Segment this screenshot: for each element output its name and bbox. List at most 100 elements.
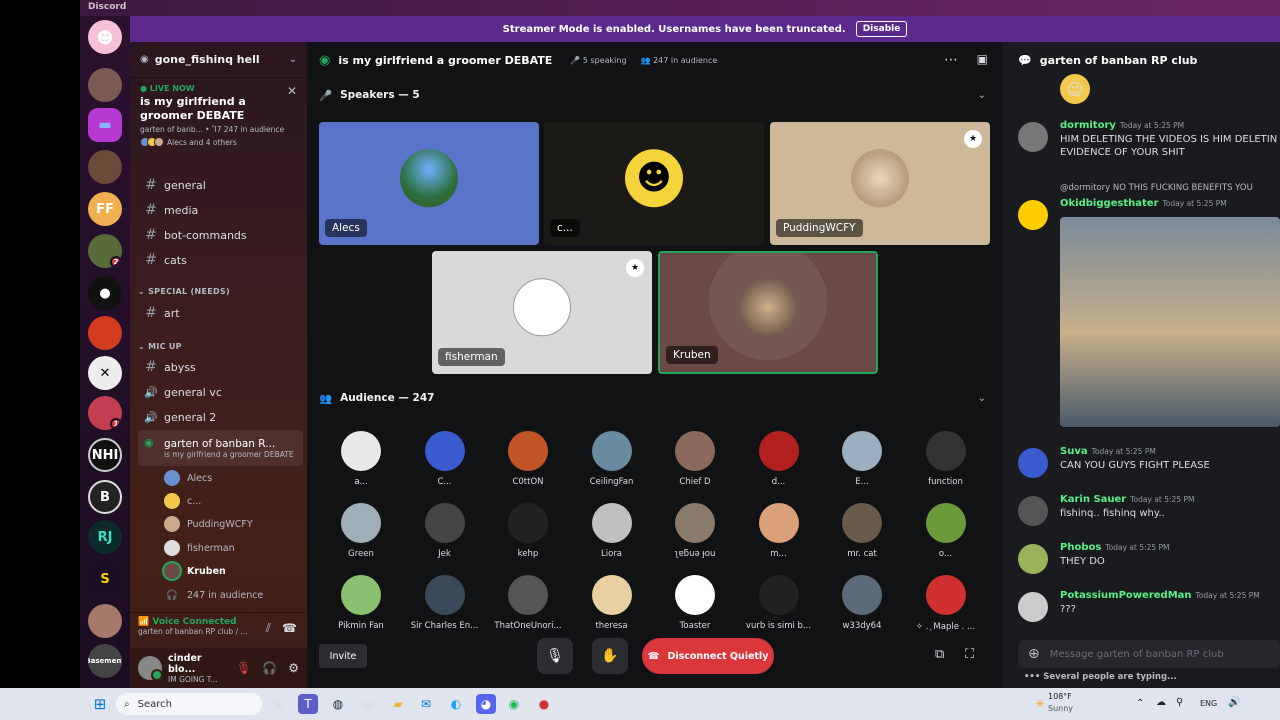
close-icon[interactable]: ✕ xyxy=(287,84,297,98)
audience-member[interactable]: w33dy64 xyxy=(822,575,902,631)
audience-member[interactable]: ThatOneUnori... xyxy=(488,575,568,631)
mail-icon[interactable]: ✉ xyxy=(416,694,436,714)
channel-bot-commands[interactable]: # bot-commands xyxy=(138,223,303,247)
disable-streamer-mode-button[interactable]: Disable xyxy=(855,21,908,37)
message-author[interactable]: Suva xyxy=(1060,446,1088,457)
chevron-down-icon[interactable]: ⌄ xyxy=(978,393,986,404)
voice-connected-channel[interactable]: garten of banban RP club / ... xyxy=(138,627,299,636)
voice-user[interactable]: Alecs xyxy=(164,467,212,489)
channel-abyss[interactable]: # abyss xyxy=(138,355,303,379)
steam-icon[interactable]: ◍ xyxy=(328,694,348,714)
audience-member[interactable]: Chief D xyxy=(655,431,735,487)
message-author[interactable]: PotassiumPoweredMan xyxy=(1060,590,1192,601)
file-explorer-icon[interactable]: ▰ xyxy=(388,694,408,714)
server-icon[interactable]: 2 xyxy=(88,234,122,268)
taskbar-search[interactable]: ⌕ Search xyxy=(116,693,262,715)
avatar[interactable] xyxy=(1018,496,1048,526)
app-icon[interactable]: ● xyxy=(534,694,554,714)
audience-member[interactable]: CeilingFan xyxy=(572,431,652,487)
live-stage-card[interactable]: ● LIVE NOW is my girlfriend a groomer DE… xyxy=(140,84,301,147)
chevron-up-icon[interactable]: ⌃ xyxy=(1136,698,1144,709)
mute-icon[interactable]: 🎙 xyxy=(236,661,251,675)
teams-icon[interactable]: T xyxy=(298,694,318,714)
audience-member[interactable]: o... xyxy=(906,503,986,559)
audience-member[interactable]: mr. cat xyxy=(822,503,902,559)
stage-channel-active[interactable]: ◉ garten of banban R... is my girlfriend… xyxy=(138,430,303,466)
voice-user[interactable]: PuddingWCFY xyxy=(164,513,253,535)
server-icon[interactable]: NHI xyxy=(88,438,122,472)
speaker-tile[interactable]: ★ fisherman xyxy=(432,251,652,374)
language-indicator[interactable]: ENG xyxy=(1200,699,1217,708)
chevron-down-icon[interactable]: ⌄ xyxy=(978,90,986,101)
attached-image[interactable] xyxy=(1060,217,1280,427)
edge-icon[interactable]: ◐ xyxy=(446,694,466,714)
channel-cats[interactable]: # cats xyxy=(138,248,303,272)
audience-member[interactable]: vurb is simi b... xyxy=(739,575,819,631)
raise-hand-icon[interactable]: ✋ xyxy=(592,638,628,674)
noise-suppression-icon[interactable]: ⫽ xyxy=(266,621,271,636)
task-view-icon[interactable]: ▣ xyxy=(268,694,288,714)
speaker-tile[interactable]: Alecs xyxy=(319,122,539,245)
category-mic-up[interactable]: ⌄ MIC UP xyxy=(138,342,182,351)
tray-icon[interactable]: ☁ xyxy=(1156,697,1166,708)
channel-general-2[interactable]: 🔊 general 2 xyxy=(138,405,303,429)
channel-general-vc[interactable]: 🔊 general vc xyxy=(138,380,303,404)
invite-button[interactable]: Invite xyxy=(319,644,367,668)
channel-general[interactable]: # general xyxy=(138,173,303,197)
plus-icon[interactable]: ⊕ xyxy=(1028,646,1040,662)
app-icon[interactable]: ▤ xyxy=(358,694,378,714)
audience-member[interactable]: theresa xyxy=(572,575,652,631)
message-author[interactable]: dormitory xyxy=(1060,120,1116,131)
avatar[interactable] xyxy=(1018,448,1048,478)
message-input[interactable]: ⊕ Message garten of banban RP club xyxy=(1018,640,1280,668)
speaker-tile[interactable]: ★ PuddingWCFY xyxy=(770,122,990,245)
server-icon[interactable]: ✕ xyxy=(88,356,122,390)
tray-icon[interactable]: ⚲ xyxy=(1176,697,1183,708)
message-author[interactable]: Phobos xyxy=(1060,542,1101,553)
server-icon[interactable]: ● xyxy=(88,276,122,310)
server-icon[interactable]: Basement xyxy=(88,644,122,678)
channel-media[interactable]: # media xyxy=(138,198,303,222)
disconnect-quietly-button[interactable]: ☎ Disconnect Quietly xyxy=(642,638,774,674)
message-author[interactable]: Okidbiggesthater xyxy=(1060,198,1159,209)
audience-member[interactable]: Sir Charles En... xyxy=(405,575,485,631)
server-icon[interactable]: RJ xyxy=(88,520,122,554)
audience-member[interactable]: C0ttON xyxy=(488,431,568,487)
audience-member[interactable]: Liora xyxy=(572,503,652,559)
audience-member[interactable]: E... xyxy=(822,431,902,487)
speaker-tile[interactable]: ☻ c... xyxy=(544,122,764,245)
audience-member[interactable]: C... xyxy=(405,431,485,487)
server-icon[interactable] xyxy=(88,68,122,102)
spotify-icon[interactable]: ◉ xyxy=(504,694,524,714)
discord-icon[interactable]: ◕ xyxy=(476,694,496,714)
mic-off-icon[interactable]: 🎙 xyxy=(537,638,573,674)
audience-member[interactable]: ʅɐƃuǝ ɟou xyxy=(655,503,735,559)
popout-icon[interactable]: ⧉ xyxy=(935,647,944,662)
server-icon[interactable]: 1 xyxy=(88,396,122,430)
audience-member[interactable]: Pikmin Fan xyxy=(321,575,401,631)
audience-member[interactable]: Green xyxy=(321,503,401,559)
server-icon[interactable] xyxy=(88,316,122,350)
message-author[interactable]: Karin Sauer xyxy=(1060,494,1126,505)
server-icon[interactable] xyxy=(88,604,122,638)
audience-member[interactable]: ✧ . ͙ Maple . ... xyxy=(906,575,986,632)
more-icon[interactable]: ⋯ xyxy=(944,52,958,68)
reply-preview[interactable]: @dormitory NO THIS FUCKING BENEFITS YOU xyxy=(1060,182,1278,195)
folder-icon[interactable]: ▬ xyxy=(88,108,122,142)
avatar[interactable] xyxy=(1018,592,1048,622)
audience-member[interactable]: function xyxy=(906,431,986,487)
speakers-section[interactable]: 🎤 Speakers — 5 xyxy=(319,84,420,106)
avatar[interactable] xyxy=(1018,122,1048,152)
voice-user[interactable]: fisherman xyxy=(164,537,235,559)
audience-member[interactable]: m... xyxy=(739,503,819,559)
audience-member[interactable]: a... xyxy=(321,431,401,487)
avatar[interactable] xyxy=(138,656,163,681)
channel-art[interactable]: # art xyxy=(138,301,303,325)
volume-icon[interactable]: 🔊 xyxy=(1228,697,1240,708)
headphones-icon[interactable]: 🎧 xyxy=(262,661,277,675)
server-header[interactable]: ◉ gone_fishinq hell ⌄ xyxy=(130,42,307,78)
audience-section[interactable]: 👥 Audience — 247 xyxy=(319,387,434,409)
category-special-needs[interactable]: ⌄ SPECIAL (NEEDS) xyxy=(138,287,230,296)
popout-icon[interactable]: ▣ xyxy=(977,52,988,66)
home-button[interactable]: ☻ xyxy=(88,20,122,54)
